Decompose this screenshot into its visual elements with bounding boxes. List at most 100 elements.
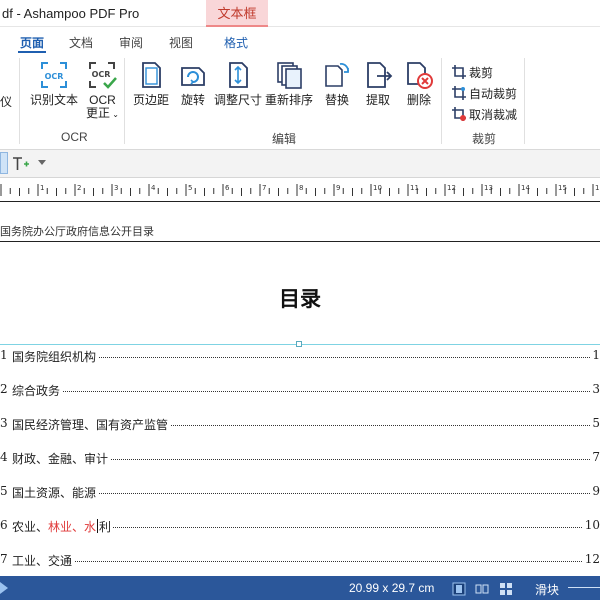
replace-button[interactable]: 替换 bbox=[322, 60, 352, 107]
status-bar: 20.99 x 29.7 cm 滑块 bbox=[0, 576, 600, 600]
tab-view[interactable]: 视图 bbox=[169, 34, 193, 51]
horizontal-ruler[interactable]: 12345678910111213141516 bbox=[0, 178, 600, 202]
resize-icon bbox=[229, 62, 248, 88]
two-page-view-icon[interactable] bbox=[475, 582, 489, 596]
replace-label: 替换 bbox=[324, 93, 349, 107]
toc-entry[interactable]: 6 农业、林业、水利 10 bbox=[0, 518, 600, 536]
ruler-scale: 12345678910111213141516 bbox=[0, 184, 600, 196]
toc-text-plain: 利 bbox=[99, 520, 112, 534]
svg-text:OCR: OCR bbox=[45, 72, 64, 81]
extract-button[interactable]: 提取 bbox=[363, 60, 393, 107]
toc-entry[interactable]: 2 综合政务 3 bbox=[0, 382, 600, 400]
auto-crop-button[interactable]: 自动裁剪 bbox=[452, 85, 517, 102]
ribbon: 仪 OCR 识别文本 OCR OCR 更正 ⌄ OCR 页边距 旋转 调整尺寸 … bbox=[0, 54, 600, 150]
toc-page-number: 12 bbox=[582, 552, 600, 566]
single-page-view-icon[interactable] bbox=[452, 582, 466, 596]
zoom-slider[interactable] bbox=[568, 587, 600, 588]
zoom-mode-label[interactable]: 滑块 bbox=[535, 581, 559, 598]
context-tab-textbox[interactable]: 文本框 bbox=[206, 0, 268, 27]
ocr-check-icon: OCR bbox=[89, 62, 118, 89]
toc-page-number: 1 bbox=[590, 348, 600, 362]
toc-entry[interactable]: 7 工业、交通 12 bbox=[0, 552, 600, 570]
toc-text-highlighted: 林业、水 bbox=[48, 520, 97, 534]
secondary-toolbar bbox=[0, 150, 600, 178]
toc-entry[interactable]: 4 财政、金融、审计 7 bbox=[0, 450, 600, 468]
ruler-number: 1 bbox=[40, 184, 44, 192]
extract-label: 提取 bbox=[365, 93, 390, 107]
reorder-button[interactable]: 重新排序 bbox=[265, 60, 313, 107]
page-margin-icon bbox=[142, 62, 161, 88]
toc-entry[interactable]: 3 国民经济管理、国有资产监管 5 bbox=[0, 416, 600, 434]
recognize-text-label: 识别文本 bbox=[30, 93, 79, 107]
toc-text: 财政、金融、审计 bbox=[12, 450, 111, 467]
toc-text: 国务院组织机构 bbox=[12, 348, 99, 365]
group-label-crop: 裁剪 bbox=[472, 132, 497, 146]
tab-page[interactable]: 页面 bbox=[17, 34, 47, 53]
tab-review[interactable]: 审阅 bbox=[119, 34, 143, 51]
tab-format[interactable]: 格式 bbox=[224, 34, 248, 51]
toc-text: 工业、交通 bbox=[12, 552, 75, 569]
title-bar: df - Ashampoo PDF Pro 文本框 bbox=[0, 0, 600, 27]
ruler-number: 10 bbox=[373, 184, 382, 192]
toc-page-number: 3 bbox=[590, 382, 600, 396]
textbox-resize-handle[interactable] bbox=[296, 341, 302, 347]
page-margin-label: 页边距 bbox=[133, 93, 170, 107]
select-tool-button[interactable] bbox=[0, 152, 8, 174]
ruler-number: 4 bbox=[151, 184, 156, 192]
divider bbox=[19, 58, 20, 144]
group-label-ocr: OCR bbox=[61, 130, 88, 144]
ruler-number: 12 bbox=[447, 184, 456, 192]
ocr-scan-icon: OCR bbox=[41, 62, 67, 88]
partial-left-label: 仪 bbox=[0, 95, 13, 109]
text-cursor bbox=[97, 519, 99, 533]
ruler-number: 7 bbox=[262, 184, 266, 192]
crop-button[interactable]: 裁剪 bbox=[452, 64, 493, 81]
delete-label: 删除 bbox=[406, 93, 431, 107]
rotate-button[interactable]: 旋转 bbox=[178, 60, 208, 107]
rotate-icon bbox=[181, 67, 205, 86]
toc-number: 5 bbox=[0, 484, 8, 498]
toc-entry[interactable]: 5 国土资源、能源 9 bbox=[0, 484, 600, 502]
crop-icon bbox=[452, 65, 466, 79]
partial-left-button[interactable]: 仪 bbox=[0, 96, 12, 109]
svg-text:OCR: OCR bbox=[92, 70, 111, 79]
ruler-number: 16 bbox=[595, 184, 600, 192]
toc-number: 2 bbox=[0, 382, 8, 396]
toc-leader bbox=[12, 561, 592, 562]
cancel-crop-label: 取消裁减 bbox=[469, 108, 518, 122]
page-size-readout: 20.99 x 29.7 cm bbox=[349, 581, 435, 595]
ocr-more-label: 更正 ⌄ bbox=[86, 106, 119, 120]
auto-crop-label: 自动裁剪 bbox=[469, 87, 518, 101]
page-margin-button[interactable]: 页边距 bbox=[133, 60, 169, 107]
ruler-number: 3 bbox=[114, 184, 118, 192]
ruler-number: 9 bbox=[336, 184, 340, 192]
text-insert-icon[interactable] bbox=[12, 156, 30, 172]
toc-text: 综合政务 bbox=[12, 382, 63, 399]
resize-label: 调整尺寸 bbox=[214, 93, 263, 107]
toc-leader bbox=[12, 493, 592, 494]
toc-number: 3 bbox=[0, 416, 8, 430]
toc-page-number: 5 bbox=[590, 416, 600, 430]
ruler-number: 8 bbox=[299, 184, 303, 192]
recognize-text-button[interactable]: OCR 识别文本 bbox=[30, 60, 78, 107]
group-label-edit: 编辑 bbox=[272, 132, 297, 146]
document-title: 目录 bbox=[279, 286, 321, 311]
ocr-correct-button[interactable]: OCR OCR 更正 ⌄ bbox=[86, 60, 119, 121]
document-page[interactable]: 国务院办公厅政府信息公开目录 目录 1 国务院组织机构 1 2 综合政务 3 3… bbox=[0, 203, 600, 576]
toc-text: 农业、林业、水利 bbox=[12, 518, 114, 535]
grid-view-icon[interactable] bbox=[499, 582, 513, 596]
play-icon[interactable] bbox=[0, 582, 8, 594]
ruler-number: 6 bbox=[225, 184, 230, 192]
dropdown-arrow-icon[interactable] bbox=[38, 160, 46, 166]
delete-icon bbox=[407, 62, 433, 89]
delete-button[interactable]: 删除 bbox=[404, 60, 434, 107]
chevron-down-icon: ⌄ bbox=[110, 110, 119, 119]
toc-number: 4 bbox=[0, 450, 8, 464]
cancel-crop-button[interactable]: 取消裁减 bbox=[452, 106, 517, 123]
auto-crop-icon bbox=[452, 86, 466, 100]
view-mode-buttons bbox=[452, 581, 519, 596]
divider bbox=[524, 58, 525, 144]
resize-button[interactable]: 调整尺寸 bbox=[214, 60, 262, 107]
toc-entry[interactable]: 1 国务院组织机构 1 bbox=[0, 348, 600, 366]
tab-document[interactable]: 文档 bbox=[69, 34, 93, 51]
